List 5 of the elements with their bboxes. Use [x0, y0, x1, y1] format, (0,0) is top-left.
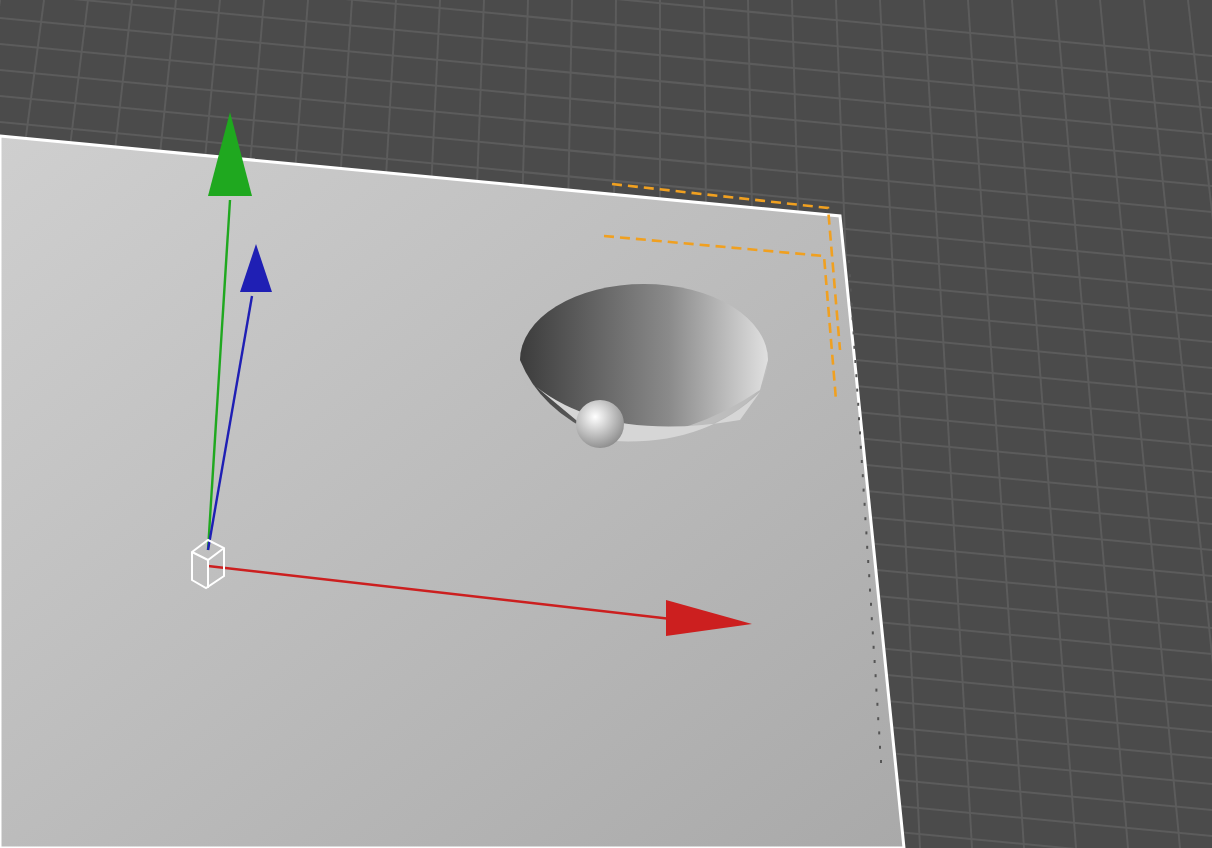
- sphere: [576, 400, 624, 448]
- origin-handle[interactable]: [191, 538, 225, 590]
- axis-arrow[interactable]: [207, 564, 752, 636]
- axis-arrow[interactable]: [206, 244, 272, 551]
- axis-arrow[interactable]: [206, 112, 252, 551]
